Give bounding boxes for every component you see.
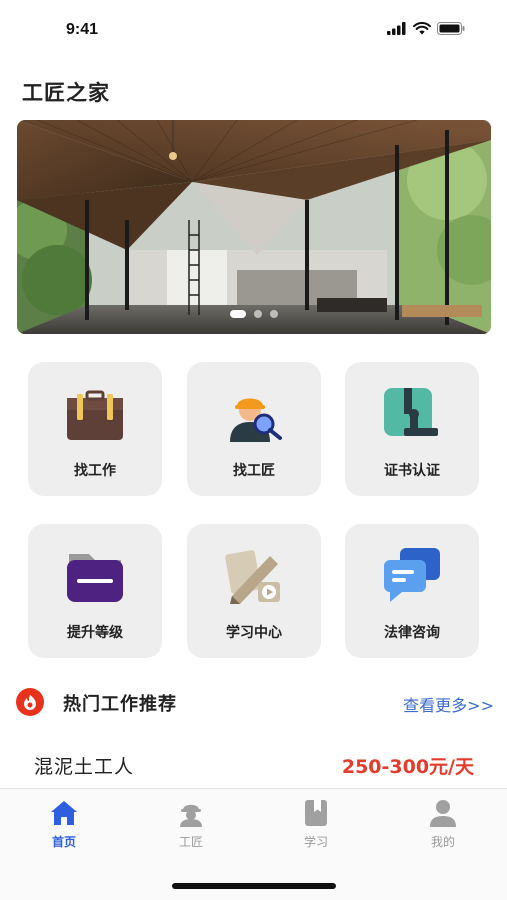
status-bar: 9:41 [0, 0, 507, 56]
status-time: 9:41 [66, 21, 99, 38]
book-icon [305, 800, 327, 826]
home-indicator [172, 883, 336, 889]
briefcase-icon [67, 390, 123, 440]
bottom-tab-bar: 首页 工匠 学习 我的 [0, 788, 507, 900]
job-list-item[interactable]: 混泥土工人 250-300元/天 [34, 752, 474, 782]
fire-icon [16, 688, 44, 716]
wifi-icon [413, 22, 431, 35]
certificate-stamp-icon [384, 388, 438, 436]
tab-label: 首页 [51, 835, 76, 849]
home-icon [51, 801, 77, 825]
status-icons [387, 22, 465, 35]
feature-level-up[interactable]: 提升等级 [28, 524, 162, 658]
hot-jobs-header: 热门工作推荐 查看更多>> [16, 686, 494, 718]
worker-icon [180, 804, 202, 827]
battery-icon [437, 22, 465, 35]
job-pay: 250-300元/天 [341, 756, 474, 778]
person-icon [430, 800, 456, 827]
feature-label: 找工作 [74, 463, 116, 479]
feature-certificate[interactable]: 证书认证 [345, 362, 479, 496]
folder-icon [67, 554, 123, 602]
chat-bubbles-icon [384, 548, 440, 602]
carousel-dot[interactable] [270, 310, 278, 318]
page-title: 工匠之家 [22, 81, 110, 105]
feature-find-job[interactable]: 找工作 [28, 362, 162, 496]
tab-label: 工匠 [178, 835, 203, 849]
carousel-dot[interactable] [254, 310, 262, 318]
carousel-indicator [17, 310, 491, 318]
tab-study[interactable]: 学习 [276, 799, 356, 859]
feature-label: 证书认证 [384, 463, 440, 479]
carousel-dot[interactable] [230, 310, 246, 318]
job-title: 混泥土工人 [34, 756, 135, 778]
tab-label: 我的 [430, 835, 455, 849]
signal-icon [387, 22, 406, 35]
feature-label: 找工匠 [233, 463, 275, 479]
feature-label: 提升等级 [67, 625, 123, 641]
see-more-link[interactable]: 查看更多>> [403, 692, 494, 716]
banner-carousel[interactable] [17, 120, 491, 334]
tab-home[interactable]: 首页 [24, 799, 104, 859]
feature-find-worker[interactable]: 找工匠 [187, 362, 321, 496]
banner-image [17, 120, 491, 334]
pencil-video-icon [225, 550, 280, 604]
feature-label: 法律咨询 [384, 625, 440, 641]
tab-workers[interactable]: 工匠 [151, 799, 231, 859]
tab-mine[interactable]: 我的 [403, 799, 483, 859]
feature-legal-consult[interactable]: 法律咨询 [345, 524, 479, 658]
worker-search-icon [230, 398, 282, 442]
feature-study-center[interactable]: 学习中心 [187, 524, 321, 658]
feature-label: 学习中心 [226, 625, 282, 641]
section-title: 热门工作推荐 [63, 694, 177, 715]
tab-label: 学习 [303, 835, 328, 849]
